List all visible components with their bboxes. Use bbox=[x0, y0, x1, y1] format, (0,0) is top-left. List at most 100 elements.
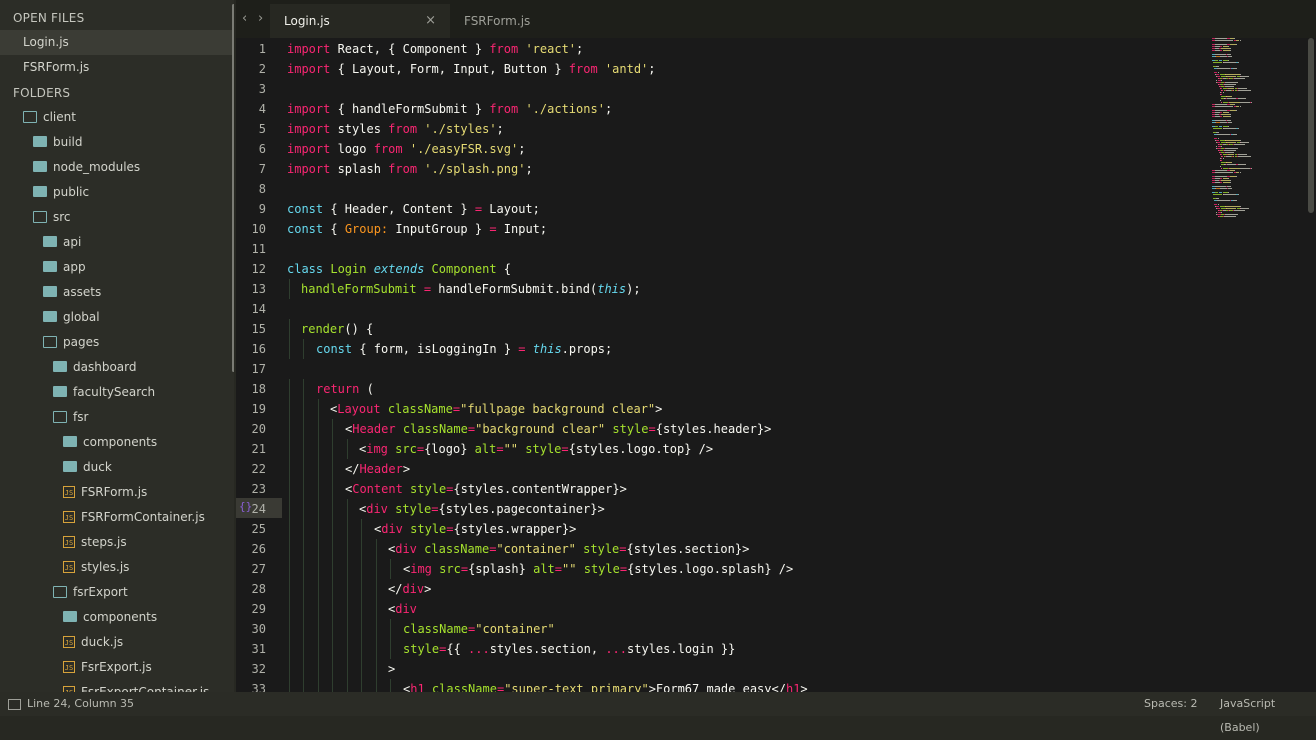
code-line[interactable]: style={{ ...styles.section, ...styles.lo… bbox=[287, 639, 735, 659]
code-line[interactable]: <Content style={styles.contentWrapper}> bbox=[287, 479, 627, 499]
indentation-setting[interactable]: Spaces: 2 bbox=[1144, 692, 1197, 716]
code-token: Content bbox=[352, 482, 403, 496]
folder-item[interactable]: global bbox=[43, 305, 100, 330]
tree-item-label: facultySearch bbox=[73, 385, 156, 399]
file-item[interactable]: JS duck.js bbox=[63, 630, 123, 655]
code-line[interactable]: const { form, isLoggingIn } = this.props… bbox=[287, 339, 612, 359]
tab-label: Login.js bbox=[284, 14, 330, 28]
code-token: './easyFSR.svg' bbox=[409, 142, 519, 156]
code-line[interactable]: const { Group: InputGroup } = Input; bbox=[287, 219, 547, 239]
open-file-item[interactable]: Login.js bbox=[0, 30, 232, 55]
folder-item[interactable]: build bbox=[33, 130, 83, 155]
folder-icon bbox=[63, 461, 77, 472]
line-number: 19 bbox=[251, 402, 266, 416]
line-number: 23 bbox=[251, 482, 266, 496]
code-token: div bbox=[402, 582, 425, 596]
code-line[interactable]: import splash from './splash.png'; bbox=[287, 159, 533, 179]
code-line[interactable]: </div> bbox=[287, 579, 431, 599]
minimap-stroke bbox=[1226, 120, 1232, 121]
code-token: h1 bbox=[410, 682, 425, 692]
code-token: ... bbox=[605, 642, 628, 656]
code-line[interactable]: import styles from './styles'; bbox=[287, 119, 504, 139]
folder-item[interactable]: components bbox=[63, 430, 157, 455]
folder-item[interactable]: api bbox=[43, 230, 81, 255]
code-line[interactable]: import React, { Component } from 'react'… bbox=[287, 39, 583, 59]
code-line[interactable]: <img src={splash} alt="" style={styles.l… bbox=[287, 559, 793, 579]
js-file-icon: JS bbox=[63, 535, 75, 548]
code-token: > bbox=[402, 462, 411, 476]
code-token: Input; bbox=[496, 222, 548, 236]
code-line[interactable]: class Login extends Component { bbox=[287, 259, 511, 279]
folder-item[interactable]: components bbox=[63, 605, 157, 630]
code-line[interactable]: <img src={logo} alt="" style={styles.log… bbox=[287, 439, 713, 459]
file-item[interactable]: JS FSRForm.js bbox=[63, 480, 147, 505]
folder-item[interactable]: pages bbox=[43, 330, 99, 355]
file-item[interactable]: JS steps.js bbox=[63, 530, 127, 555]
back-arrow-icon[interactable]: ‹ bbox=[242, 11, 247, 26]
minimap-stroke bbox=[1236, 110, 1237, 111]
line-number: 32 bbox=[251, 662, 266, 676]
folder-item[interactable]: node_modules bbox=[33, 155, 140, 180]
close-icon[interactable]: × bbox=[425, 4, 436, 38]
js-file-icon: JS bbox=[63, 660, 75, 673]
code-line[interactable]: const { Header, Content } = Layout; bbox=[287, 199, 540, 219]
code-line[interactable]: <div style={styles.wrapper}> bbox=[287, 519, 576, 539]
folder-item[interactable]: fsrExport bbox=[53, 580, 128, 605]
code-line[interactable]: return ( bbox=[287, 379, 374, 399]
status-bar: Line 24, Column 35 Spaces: 2 JavaScript … bbox=[0, 692, 1316, 734]
file-item[interactable]: JS FsrExport.js bbox=[63, 655, 152, 680]
code-token: div bbox=[381, 522, 403, 536]
folder-item[interactable]: app bbox=[43, 255, 86, 280]
folder-item[interactable]: fsr bbox=[53, 405, 88, 430]
code-line[interactable]: import logo from './easyFSR.svg'; bbox=[287, 139, 525, 159]
code-editor[interactable]: {} 1 2 3 4 5 6 7 8 9 10 11 12 13 14 15 16 17 18 19 20 21 22 23… bbox=[236, 38, 1316, 692]
minimap-stroke bbox=[1221, 180, 1230, 181]
minimap-stroke bbox=[1213, 128, 1222, 129]
syntax-mode[interactable]: JavaScript (Babel) bbox=[1220, 692, 1316, 740]
code-line[interactable]: <Header className="background clear" sty… bbox=[287, 419, 771, 439]
code-line[interactable]: className="container" bbox=[287, 619, 555, 639]
code-line[interactable]: import { Layout, Form, Input, Button } f… bbox=[287, 59, 656, 79]
code-line[interactable]: <div bbox=[287, 599, 417, 619]
code-line[interactable]: render() { bbox=[287, 319, 373, 339]
file-item[interactable]: JS styles.js bbox=[63, 555, 129, 580]
code-line[interactable]: <div className="container" style={styles… bbox=[287, 539, 749, 559]
file-item[interactable]: JS FSRFormContainer.js bbox=[63, 505, 205, 530]
minimap[interactable] bbox=[1212, 38, 1308, 218]
code-line[interactable]: handleFormSubmit = handleFormSubmit.bind… bbox=[287, 279, 641, 299]
folder-item[interactable]: src bbox=[33, 205, 71, 230]
code-token: import bbox=[287, 162, 331, 176]
minimap-stroke bbox=[1224, 152, 1235, 153]
panel-toggle-icon[interactable] bbox=[8, 699, 21, 710]
tab-login-js[interactable]: Login.js × bbox=[270, 4, 450, 38]
forward-arrow-icon[interactable]: › bbox=[258, 11, 263, 26]
folder-icon bbox=[43, 261, 57, 272]
open-file-item[interactable]: FSRForm.js bbox=[0, 55, 232, 80]
code-line[interactable]: import { handleFormSubmit } from './acti… bbox=[287, 99, 612, 119]
file-item[interactable]: JSFsrExportContainer.js bbox=[63, 680, 209, 692]
editor-scrollbar[interactable] bbox=[1308, 38, 1314, 213]
sidebar-scrollbar[interactable] bbox=[232, 4, 234, 372]
folder-item[interactable]: facultySearch bbox=[53, 380, 155, 405]
code-line[interactable]: </Header> bbox=[287, 459, 410, 479]
minimap-stroke bbox=[1224, 82, 1238, 83]
folder-item[interactable]: public bbox=[33, 180, 89, 205]
code-token: { bbox=[496, 262, 512, 276]
code-line[interactable]: > bbox=[287, 659, 395, 679]
folder-item[interactable]: client bbox=[23, 105, 76, 130]
folder-item[interactable]: dashboard bbox=[53, 355, 136, 380]
code-line[interactable]: <h1 className="super-text primary">Form6… bbox=[287, 679, 808, 692]
folder-item[interactable]: duck bbox=[63, 455, 112, 480]
line-number: 17 bbox=[251, 362, 266, 376]
code-line[interactable]: <div style={styles.pagecontainer}> bbox=[287, 499, 605, 519]
folder-item[interactable]: assets bbox=[43, 280, 101, 305]
code-area[interactable]: import React, { Component } from 'react'… bbox=[287, 38, 1207, 692]
code-token: import bbox=[287, 62, 331, 76]
tree-item-label: FSRFormContainer.js bbox=[81, 510, 205, 524]
line-number: 13 bbox=[251, 282, 266, 296]
code-token: ( bbox=[359, 382, 374, 396]
tab-fsrform-js[interactable]: FSRForm.js bbox=[450, 4, 620, 38]
code-token: './actions' bbox=[525, 102, 605, 116]
code-line[interactable]: <Layout className="fullpage background c… bbox=[287, 399, 662, 419]
